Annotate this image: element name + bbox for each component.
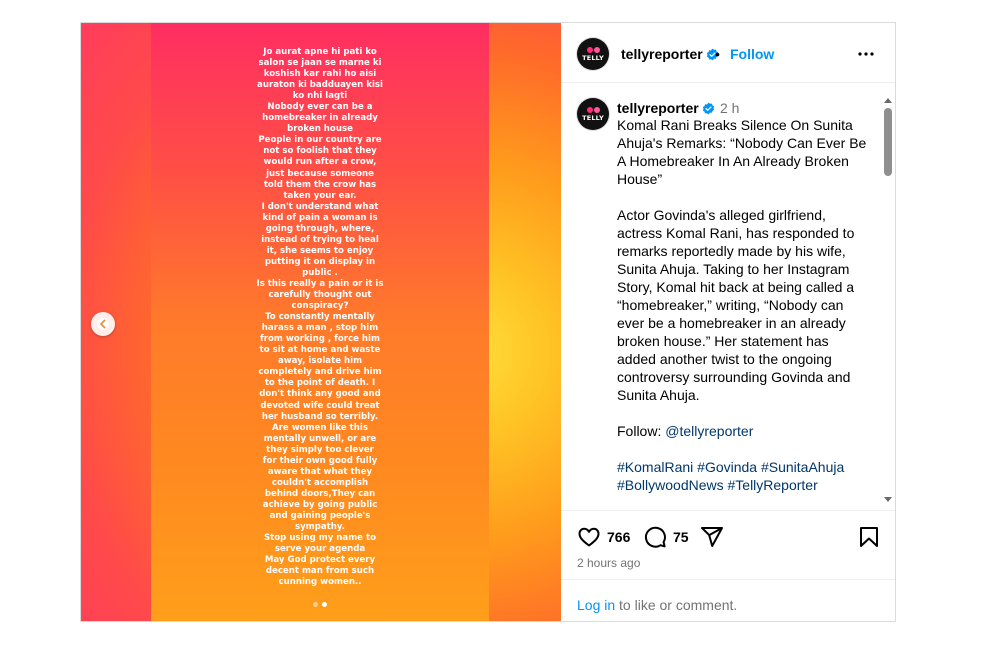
caption-avatar[interactable]: TELLY	[577, 98, 609, 130]
like-count: 766	[607, 529, 631, 545]
hashtag-line[interactable]: #KomalRani #Govinda #SunitaAhuja	[617, 458, 867, 476]
comment-icon	[644, 526, 666, 548]
follow-button[interactable]: Follow	[730, 46, 774, 62]
verified-badge-icon	[702, 102, 714, 115]
hashtag-line[interactable]: #BollywoodNews #TellyReporter	[617, 476, 867, 494]
scroll-down-arrow[interactable]	[884, 497, 892, 502]
previous-slide-button[interactable]	[91, 312, 115, 336]
caption-username[interactable]: tellyreporter	[617, 100, 715, 116]
login-link[interactable]: Log in	[577, 597, 615, 613]
caption-text: Komal Rani Breaks Silence On Sunita Ahuj…	[617, 116, 867, 494]
caption-follow-line: Follow: @tellyreporter	[617, 423, 754, 439]
caption-headline: Komal Rani Breaks Silence On Sunita Ahuj…	[617, 117, 867, 187]
more-dots-icon	[858, 52, 874, 56]
post-header: TELLY tellyreporter • Follow	[561, 23, 895, 83]
scroll-up-arrow[interactable]	[884, 98, 892, 103]
share-button[interactable]	[700, 525, 724, 549]
scroll-thumb[interactable]	[884, 108, 892, 176]
login-prompt-text: to like or comment.	[615, 597, 738, 613]
header-username[interactable]: tellyreporter	[621, 46, 719, 62]
post-media[interactable]: Jo aurat apne hi pati ko salon se jaan s…	[81, 23, 561, 621]
story-text: Jo aurat apne hi pati ko salon se jaan s…	[256, 47, 384, 588]
caption-body: Actor Govinda's alleged girlfriend, actr…	[617, 207, 855, 403]
comment-button[interactable]: 75	[643, 525, 689, 549]
post-actions: 766 75 2 hours ago	[561, 510, 895, 570]
carousel-dot	[313, 602, 318, 607]
separator-dot: •	[715, 46, 720, 62]
avatar[interactable]: TELLY	[577, 38, 609, 70]
more-options-button[interactable]	[857, 45, 875, 68]
post-date[interactable]: 2 hours ago	[577, 556, 640, 570]
chevron-left-icon	[97, 318, 109, 330]
caption-timestamp: 2 h	[720, 100, 740, 116]
save-button[interactable]	[857, 525, 881, 549]
instagram-post: Jo aurat apne hi pati ko salon se jaan s…	[80, 22, 896, 622]
caption-scroll-area[interactable]: TELLY tellyreporter 2 h Komal Rani Break…	[561, 84, 895, 508]
share-icon	[701, 527, 723, 547]
hashtags: #KomalRani #Govinda #SunitaAhuja #Bollyw…	[617, 458, 867, 494]
comment-count: 75	[673, 529, 689, 545]
login-prompt: Log in to like or comment.	[561, 579, 895, 621]
carousel-indicator	[313, 602, 327, 607]
carousel-dot-active	[322, 602, 327, 607]
scrollbar[interactable]	[883, 98, 893, 502]
bookmark-icon	[860, 527, 878, 547]
post-sidebar: TELLY tellyreporter • Follow TELLY telly…	[561, 23, 895, 621]
heart-icon	[578, 527, 600, 547]
mention-link[interactable]: @tellyreporter	[665, 423, 753, 439]
like-button[interactable]: 766	[577, 525, 630, 549]
